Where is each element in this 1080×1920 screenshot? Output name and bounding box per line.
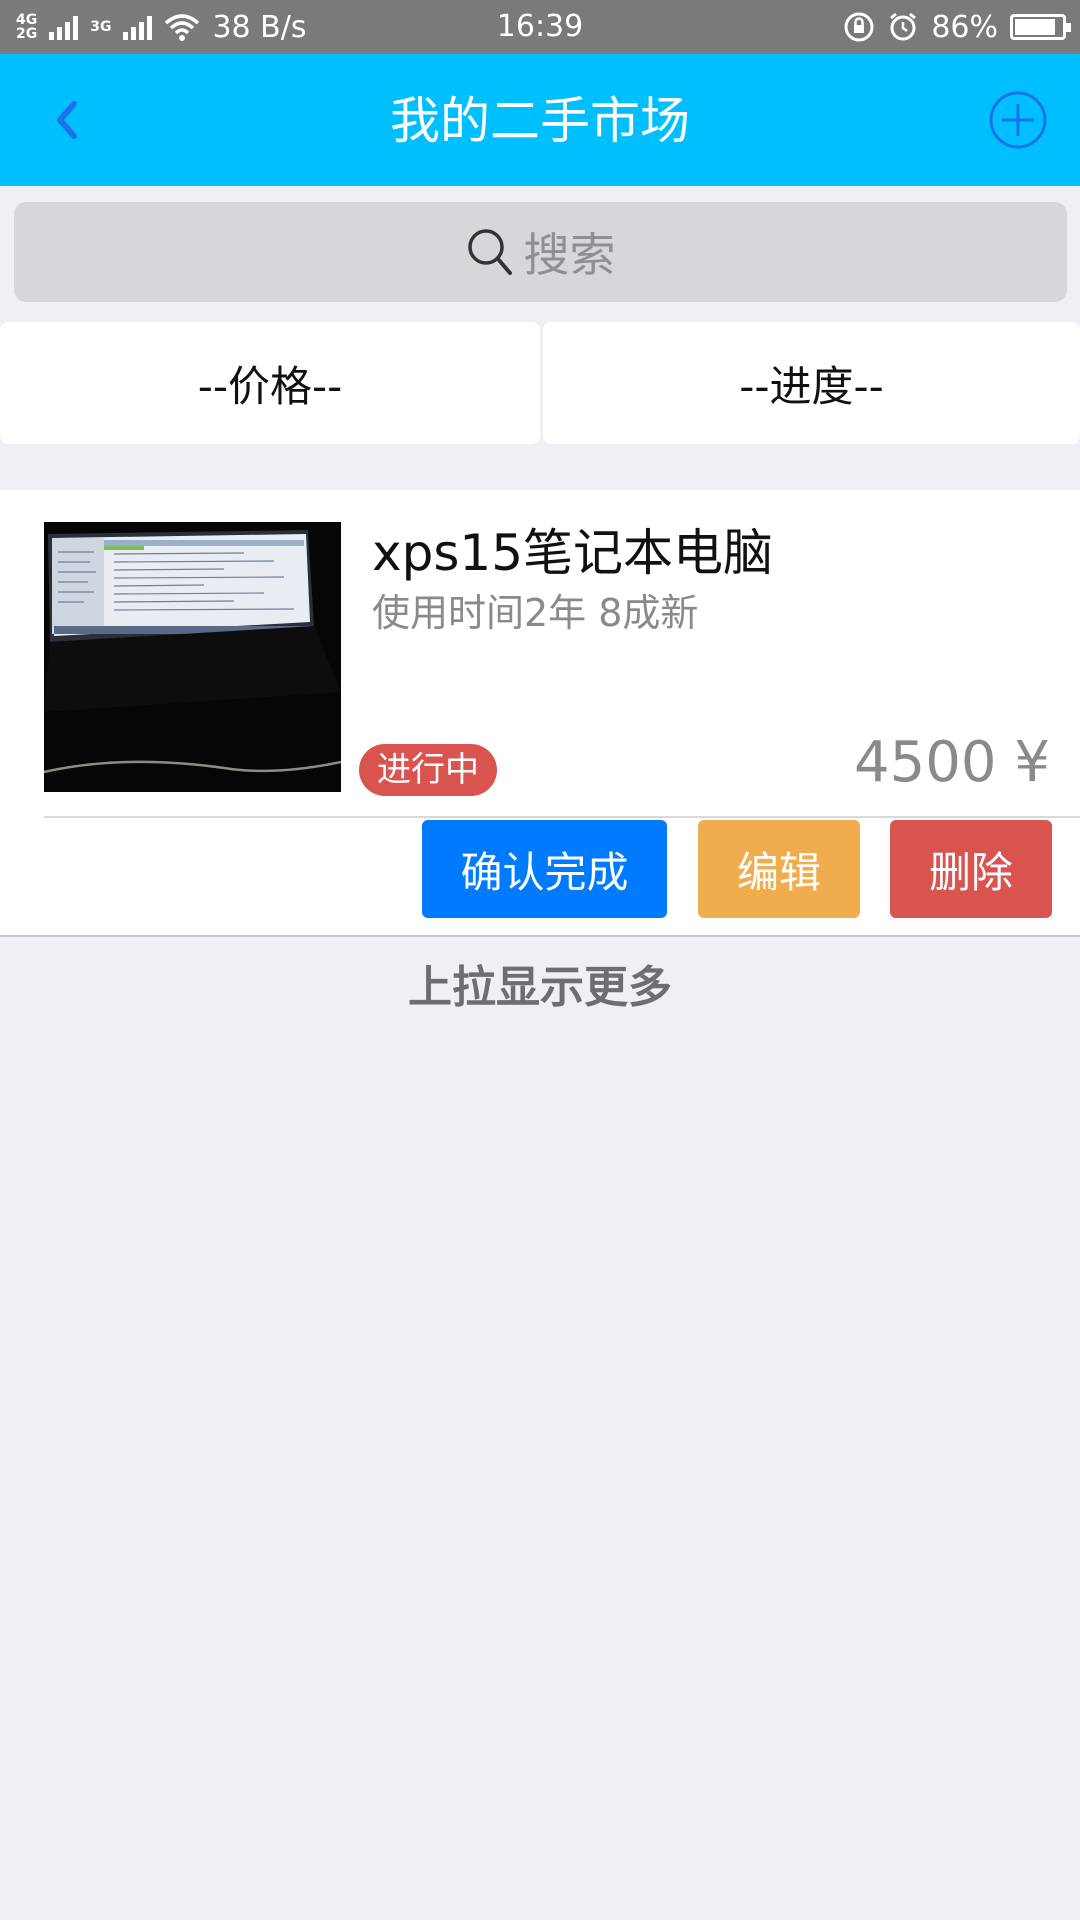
item-title[interactable]: xps15笔记本电脑 bbox=[372, 520, 773, 586]
status-badge: 进行中 bbox=[359, 744, 497, 796]
add-button[interactable] bbox=[988, 90, 1048, 150]
nav-header: 我的二手市场 bbox=[0, 54, 1080, 186]
delete-button[interactable]: 删除 bbox=[890, 820, 1052, 918]
price-filter[interactable]: --价格-- bbox=[0, 322, 540, 444]
battery-percent: 86% bbox=[931, 9, 998, 45]
progress-filter[interactable]: --进度-- bbox=[543, 322, 1080, 444]
edit-button[interactable]: 编辑 bbox=[698, 820, 860, 918]
plus-circle-icon bbox=[989, 91, 1047, 149]
page-title: 我的二手市场 bbox=[390, 92, 690, 150]
item-thumbnail[interactable] bbox=[44, 522, 341, 792]
search-icon bbox=[467, 229, 512, 275]
battery-fill bbox=[1015, 19, 1055, 35]
alarm-icon bbox=[890, 12, 917, 41]
search-bar[interactable]: 搜索 bbox=[14, 202, 1067, 302]
filter-bar: --价格-- --进度-- bbox=[0, 322, 1080, 444]
item-price: 4500 ¥ bbox=[854, 730, 1050, 795]
confirm-complete-button[interactable]: 确认完成 bbox=[422, 820, 667, 918]
divider bbox=[44, 816, 1080, 818]
laptop-photo bbox=[44, 522, 341, 792]
status-bar: 4G 2G 3G 38 B/s 16:39 86% bbox=[0, 0, 1080, 54]
load-more-hint: 上拉显示更多 bbox=[408, 962, 672, 1013]
list-item: xps15笔记本电脑 使用时间2年 8成新 进行中 4500 ¥ 确认完成 编辑… bbox=[0, 490, 1080, 937]
battery-icon bbox=[1010, 14, 1071, 40]
status-right: 86% bbox=[843, 0, 1071, 54]
rotation-lock-icon bbox=[844, 12, 874, 42]
divider bbox=[0, 935, 1080, 937]
search-placeholder: 搜索 bbox=[523, 228, 616, 282]
app-screen: 4G 2G 3G 38 B/s 16:39 86% 我的二手市场 搜索 --价格… bbox=[0, 0, 1080, 1920]
item-description: 使用时间2年 8成新 bbox=[372, 591, 699, 635]
